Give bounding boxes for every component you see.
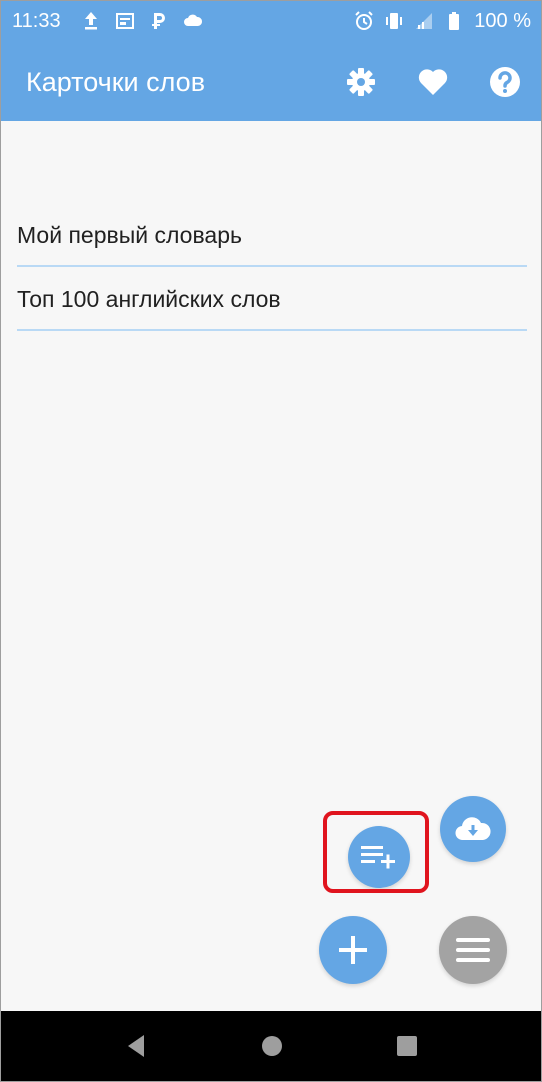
settings-button[interactable]	[342, 63, 380, 101]
recents-button[interactable]	[392, 1031, 422, 1061]
vibrate-icon	[386, 13, 403, 29]
signal-icon	[416, 13, 433, 29]
recents-icon	[397, 1036, 417, 1056]
system-status: 100 %	[354, 9, 531, 33]
status-bar: 11:33 100 %	[1, 1, 541, 41]
add-button[interactable]	[319, 916, 387, 984]
app-screen: 11:33 100 % Карточки слов Мой первый сло…	[0, 0, 542, 1082]
battery-icon	[449, 12, 460, 30]
dictionary-item[interactable]: Мой первый словарь	[17, 203, 527, 267]
home-button[interactable]	[257, 1031, 287, 1061]
plus-icon	[339, 936, 367, 964]
app-bar: Карточки слов	[1, 41, 541, 121]
help-icon	[490, 67, 520, 97]
dictionary-list: Мой первый словарь Топ 100 английских сл…	[17, 203, 527, 331]
battery-percent: 100 %	[474, 10, 531, 32]
status-time: 11:33	[12, 10, 61, 32]
back-icon	[128, 1035, 144, 1057]
upload-icon	[85, 12, 97, 30]
menu-icon	[456, 938, 490, 962]
cloud-download-icon	[455, 817, 491, 841]
help-button[interactable]	[486, 63, 524, 101]
back-button[interactable]	[121, 1031, 151, 1061]
cloud-icon	[184, 14, 203, 26]
heart-icon	[418, 69, 448, 95]
home-icon	[262, 1036, 282, 1056]
add-list-icon	[361, 846, 395, 869]
add-dictionary-button[interactable]	[348, 826, 410, 888]
app-title: Карточки слов	[26, 67, 206, 97]
p-icon	[152, 13, 165, 29]
alarm-icon	[355, 11, 373, 30]
navigation-bar	[1, 1011, 541, 1081]
dictionary-item[interactable]: Топ 100 английских слов	[17, 267, 527, 331]
notification-icons	[81, 10, 203, 32]
menu-button[interactable]	[439, 916, 507, 984]
settings-icon	[347, 68, 375, 96]
download-button[interactable]	[440, 796, 506, 862]
favorites-button[interactable]	[414, 63, 452, 101]
cast-icon	[116, 13, 134, 29]
